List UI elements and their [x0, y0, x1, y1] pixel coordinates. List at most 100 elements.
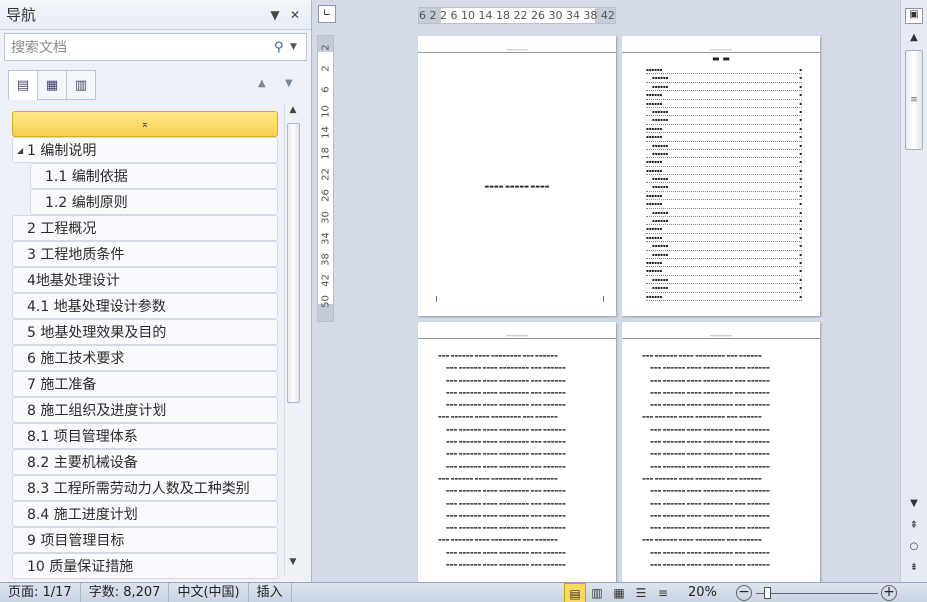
vertical-ruler[interactable]: 2 2 6 10 14 18 22 26 30 34 38 42 50 — [317, 35, 334, 322]
body-text-line: ▬▬▬ ▬▬▬▬▬▬ ▬▬▬▬ ▬▬▬▬▬▬▬▬ ▬▬▬ ▬▬▬▬▬▬ — [650, 500, 770, 506]
navigation-pane: 导航 ▼ ✕ 搜索文档 ⚲ ▼ ▤ ▦ ▥ ▲ ▼ ⌅ ◢ 1 编制说明 1.1 编… — [0, 0, 312, 582]
body-text-line: ▬▬▬ ▬▬▬▬▬▬ ▬▬▬▬ ▬▬▬▬▬▬▬▬ ▬▬▬ ▬▬▬▬▬▬ — [446, 377, 566, 383]
collapse-all-button[interactable]: ⌅ — [12, 111, 278, 137]
zoom-out-icon[interactable]: − — [736, 585, 752, 601]
full-screen-reading-icon[interactable]: ▥ — [586, 583, 608, 602]
nav-heading-item[interactable]: 10 质量保证措施 — [12, 553, 278, 579]
body-text-line: ▬▬▬ ▬▬▬▬▬▬ ▬▬▬▬ ▬▬▬▬▬▬▬▬ ▬▬▬ ▬▬▬▬▬▬ — [650, 451, 770, 457]
ruler-tick-label: 2 — [320, 65, 332, 72]
word-count[interactable]: 字数: 8,207 — [81, 582, 170, 602]
select-browse-object-icon[interactable]: ○ — [905, 541, 923, 557]
toc-line: ▪▪▪▪▪▪ ▪ — [646, 242, 802, 251]
body-lines: ▬▬▬ ▬▬▬▬▬▬ ▬▬▬▬ ▬▬▬▬▬▬▬▬ ▬▬▬ ▬▬▬▬▬▬ ▬▬▬ ▬… — [642, 350, 802, 571]
tab-selector-icon[interactable]: ∟ — [318, 5, 336, 23]
next-page-icon[interactable]: ⇟ — [905, 562, 923, 578]
horizontal-ruler[interactable]: 6 2 2 6 10 14 18 22 26 30 34 38 42 48 — [418, 7, 616, 24]
nav-heading-item[interactable]: 8.2 主要机械设备 — [12, 449, 278, 475]
nav-scroll-thumb[interactable] — [287, 123, 300, 403]
body-text-line: ▬▬▬ ▬▬▬▬▬▬ ▬▬▬▬ ▬▬▬▬▬▬▬▬ ▬▬▬ ▬▬▬▬▬▬ — [642, 537, 762, 543]
next-heading-icon[interactable]: ▼ — [285, 78, 293, 89]
tab-results-icon[interactable]: ▥ — [66, 70, 96, 100]
zoom-level[interactable]: 20% — [688, 583, 717, 602]
page-header-line: ━━━━━━━━━━━━ — [418, 48, 616, 53]
previous-heading-icon[interactable]: ▲ — [258, 78, 266, 89]
scroll-up-icon[interactable]: ▲ — [905, 32, 923, 48]
zoom-slider-handle[interactable] — [764, 587, 771, 599]
search-options-icon[interactable]: ▼ — [290, 42, 306, 52]
body-text-line: ▬▬▬ ▬▬▬▬▬▬ ▬▬▬▬ ▬▬▬▬▬▬▬▬ ▬▬▬ ▬▬▬▬▬▬ — [650, 389, 770, 395]
scroll-down-icon[interactable]: ▼ — [285, 557, 301, 573]
page-1[interactable]: ━━━━━━━━━━━━ ▬▬▬▬ ▬▬▬▬▬ ▬▬▬▬ — [418, 36, 616, 316]
body-lines: ▬▬▬ ▬▬▬▬▬▬ ▬▬▬▬ ▬▬▬▬▬▬▬▬ ▬▬▬ ▬▬▬▬▬▬ ▬▬▬ ▬… — [438, 350, 598, 571]
toc-line: ▪▪▪▪▪▪ ▪ — [646, 259, 802, 268]
nav-heading-item[interactable]: 9 项目管理目标 — [12, 527, 278, 553]
nav-title: 导航 — [6, 6, 37, 24]
pane-options-icon[interactable]: ▼ — [265, 8, 285, 22]
page-count[interactable]: 页面: 1/17 — [0, 582, 81, 602]
close-icon[interactable]: ✕ — [285, 8, 305, 22]
toc-line: ▪▪▪▪▪▪ ▪ — [646, 150, 802, 159]
scroll-up-icon[interactable]: ▲ — [285, 105, 301, 121]
print-layout-icon[interactable]: ▤ — [564, 583, 586, 602]
body-text-line: ▬▬▬ ▬▬▬▬▬▬ ▬▬▬▬ ▬▬▬▬▬▬▬▬ ▬▬▬ ▬▬▬▬▬▬ — [650, 426, 770, 432]
draft-icon[interactable]: ≡ — [652, 583, 674, 602]
nav-heading-label: 8.3 工程所需劳动力人数及工种类别 — [27, 481, 250, 497]
nav-heading-item[interactable]: 8 施工组织及进度计划 — [12, 397, 278, 423]
search-input[interactable]: 搜索文档 ⚲ ▼ — [4, 33, 307, 61]
body-text-line: ▬▬▬ ▬▬▬▬▬▬ ▬▬▬▬ ▬▬▬▬▬▬▬▬ ▬▬▬ ▬▬▬▬▬▬ — [446, 549, 566, 555]
tab-headings-icon[interactable]: ▤ — [8, 70, 38, 100]
nav-heading-item[interactable]: 5 地基处理效果及目的 — [12, 319, 278, 345]
language[interactable]: 中文(中国) — [169, 582, 249, 602]
nav-heading-item[interactable]: 4.1 地基处理设计参数 — [12, 293, 278, 319]
nav-heading-item[interactable]: 6 施工技术要求 — [12, 345, 278, 371]
document-scrollbar[interactable]: ▣ ▲ ≡ ▼ ⇞ ○ ⇟ — [900, 0, 927, 582]
insert-mode[interactable]: 插入 — [249, 582, 292, 602]
body-text-line: ▬▬▬ ▬▬▬▬▬▬ ▬▬▬▬ ▬▬▬▬▬▬▬▬ ▬▬▬ ▬▬▬▬▬▬ — [446, 451, 566, 457]
nav-heading-item[interactable]: 1.1 编制依据 — [30, 163, 278, 189]
toc-title: ▬ ▬ — [712, 54, 730, 63]
previous-page-icon[interactable]: ⇞ — [905, 520, 923, 536]
toc-line: ▪▪▪▪▪▪ ▪ — [646, 83, 802, 92]
search-icon[interactable]: ⚲ — [274, 40, 290, 55]
toc-line: ▪▪▪▪▪▪ ▪ — [646, 108, 802, 117]
body-text-line: ▬▬▬ ▬▬▬▬▬▬ ▬▬▬▬ ▬▬▬▬▬▬▬▬ ▬▬▬ ▬▬▬▬▬▬ — [650, 377, 770, 383]
page-3[interactable]: ━━━━━━━━━━━━ ▬▬▬ ▬▬▬▬▬▬ ▬▬▬▬ ▬▬▬▬▬▬▬▬ ▬▬… — [418, 322, 616, 582]
toc-line: ▪▪▪▪▪▪ ▪ — [646, 158, 802, 167]
nav-heading-item[interactable]: 1.2 编制原则 — [30, 189, 278, 215]
nav-heading-item[interactable]: 7 施工准备 — [12, 371, 278, 397]
zoom-in-icon[interactable]: + — [881, 585, 897, 601]
ruler-tick-label: 2 — [320, 44, 332, 51]
toc-line: ▪▪▪▪▪▪ ▪ — [646, 91, 802, 100]
view-ruler-icon[interactable]: ▣ — [905, 8, 923, 24]
scroll-down-icon[interactable]: ▼ — [905, 498, 923, 514]
nav-heading-label: 8 施工组织及进度计划 — [27, 403, 167, 419]
page-4[interactable]: ━━━━━━━━━━━━ ▬▬▬ ▬▬▬▬▬▬ ▬▬▬▬ ▬▬▬▬▬▬▬▬ ▬▬… — [622, 322, 820, 582]
document-scroll-thumb[interactable]: ≡ — [905, 50, 923, 150]
nav-heading-item[interactable]: 8.4 施工进度计划 — [12, 501, 278, 527]
nav-heading-item[interactable]: 8.3 工程所需劳动力人数及工种类别 — [12, 475, 278, 501]
outline-icon[interactable]: ☰ — [630, 583, 652, 602]
toc-line: ▪▪▪▪▪▪ ▪ — [646, 167, 802, 176]
zoom-slider[interactable] — [756, 593, 878, 594]
page-2[interactable]: ━━━━━━━━━━━━ ▬ ▬ ▪▪▪▪▪▪ ▪ ▪▪▪▪▪▪ ▪ ▪▪▪▪▪▪ ▪ ▪▪… — [622, 36, 820, 316]
nav-scrollbar[interactable]: ▲ ▼ — [284, 103, 301, 575]
toc-line: ▪▪▪▪▪▪ ▪ — [646, 125, 802, 134]
expand-arrow-icon[interactable]: ◢ — [13, 146, 27, 155]
nav-heading-label: 7 施工准备 — [27, 377, 97, 393]
nav-heading-item[interactable]: 2 工程概况 — [12, 215, 278, 241]
web-layout-icon[interactable]: ▦ — [608, 583, 630, 602]
nav-heading-item[interactable]: ◢ 1 编制说明 — [12, 137, 278, 163]
toc-line: ▪▪▪▪▪▪ ▪ — [646, 217, 802, 226]
page-header-line: ━━━━━━━━━━━━ — [622, 48, 820, 53]
toc-line: ▪▪▪▪▪▪ ▪ — [646, 267, 802, 276]
view-buttons: ▤ ▥ ▦ ☰ ≡ — [564, 583, 674, 602]
nav-heading-item[interactable]: 4地基处理设计 — [12, 267, 278, 293]
body-text-line: ▬▬▬ ▬▬▬▬▬▬ ▬▬▬▬ ▬▬▬▬▬▬▬▬ ▬▬▬ ▬▬▬▬▬▬ — [650, 549, 770, 555]
nav-heading-item[interactable]: 3 工程地质条件 — [12, 241, 278, 267]
body-text-line: ▬▬▬ ▬▬▬▬▬▬ ▬▬▬▬ ▬▬▬▬▬▬▬▬ ▬▬▬ ▬▬▬▬▬▬ — [650, 365, 770, 371]
toc-line: ▪▪▪▪▪▪ ▪ — [646, 100, 802, 108]
tab-pages-icon[interactable]: ▦ — [37, 70, 67, 100]
nav-heading-item[interactable]: 8.1 项目管理体系 — [12, 423, 278, 449]
nav-heading-label: 4地基处理设计 — [27, 273, 120, 289]
ruler-tick-label: 6 — [320, 86, 332, 94]
